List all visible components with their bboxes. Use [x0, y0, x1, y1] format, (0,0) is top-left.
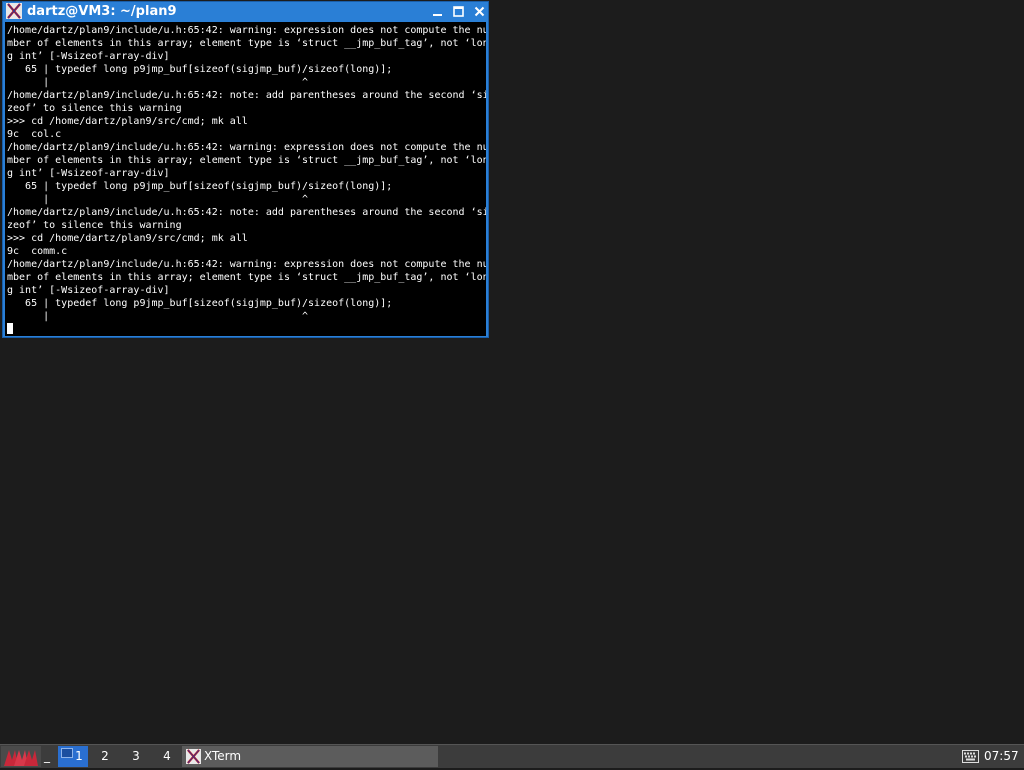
clock[interactable]: 07:57 [984, 746, 1022, 767]
desktop-3-button[interactable]: 3 [122, 746, 150, 767]
terminal-line: >>> cd /home/dartz/plan9/src/cmd; mk all [7, 233, 248, 244]
terminal-line: 65 | typedef long p9jmp_buf[sizeof(sigjm… [7, 298, 393, 309]
terminal-line: 65 | typedef long p9jmp_buf[sizeof(sigjm… [7, 181, 393, 192]
terminal-line: 9c comm.c [7, 246, 68, 257]
minimize-icon [433, 14, 442, 16]
desktop-1-label: 1 [75, 749, 83, 763]
terminal-line: | ^ [7, 77, 309, 88]
terminal-line: mber of elements in this array; element … [7, 155, 486, 166]
terminal-line: zeof’ to silence this warning [7, 220, 182, 231]
close-icon [474, 6, 485, 17]
terminal-line: g int’ [-Wsizeof-array-div] [7, 168, 170, 179]
terminal-line: 65 | typedef long p9jmp_buf[sizeof(sigjm… [7, 64, 393, 75]
desktop: dartz@VM3: ~/plan9 /home/dartz/plan9/inc… [0, 0, 1024, 744]
terminal-line: 9c col.c [7, 129, 62, 140]
terminal-line: /home/dartz/plan9/include/u.h:65:42: not… [7, 207, 486, 218]
terminal-line: mber of elements in this array; element … [7, 38, 486, 49]
start-menu-button[interactable] [1, 746, 41, 767]
xterm-window[interactable]: dartz@VM3: ~/plan9 /home/dartz/plan9/inc… [2, 1, 489, 338]
taskbar-item-label: XTerm [204, 749, 242, 763]
terminal-line: mber of elements in this array; element … [7, 272, 486, 283]
maximize-icon [453, 6, 464, 17]
minimize-button[interactable] [430, 4, 445, 19]
keyboard-icon[interactable] [962, 750, 979, 763]
window-title: dartz@VM3: ~/plan9 [27, 4, 177, 19]
terminal-line: /home/dartz/plan9/include/u.h:65:42: war… [7, 259, 486, 270]
xterm-icon [186, 749, 201, 764]
terminal-line: /home/dartz/plan9/include/u.h:65:42: war… [7, 25, 486, 36]
terminal-line: zeof’ to silence this warning [7, 103, 182, 114]
terminal-line: g int’ [-Wsizeof-array-div] [7, 51, 170, 62]
maximize-button[interactable] [451, 4, 466, 19]
terminal-cursor-line [7, 323, 486, 336]
taskbar-item-xterm[interactable]: XTerm [182, 746, 438, 767]
desktop-4-button[interactable]: 4 [153, 746, 181, 767]
show-desktop-button[interactable]: _ [44, 747, 56, 766]
start-menu-icon [1, 746, 41, 767]
close-button[interactable] [472, 4, 487, 19]
terminal-output[interactable]: /home/dartz/plan9/include/u.h:65:42: war… [5, 22, 486, 336]
terminal-line: >>> cd /home/dartz/plan9/src/cmd; mk all [7, 116, 248, 127]
terminal-cursor [7, 323, 13, 334]
terminal-line: | ^ [7, 311, 309, 322]
desktop-2-button[interactable]: 2 [91, 746, 119, 767]
terminal-line: | ^ [7, 194, 309, 205]
window-titlebar[interactable]: dartz@VM3: ~/plan9 [3, 2, 488, 21]
terminal-line: /home/dartz/plan9/include/u.h:65:42: not… [7, 90, 486, 101]
taskbar: _ 1 2 3 4 XTerm 07:57 [0, 744, 1024, 768]
terminal-line: g int’ [-Wsizeof-array-div] [7, 285, 170, 296]
desktop-1-button[interactable]: 1 [58, 746, 88, 767]
xterm-icon [6, 3, 22, 19]
terminal-line: /home/dartz/plan9/include/u.h:65:42: war… [7, 142, 486, 153]
